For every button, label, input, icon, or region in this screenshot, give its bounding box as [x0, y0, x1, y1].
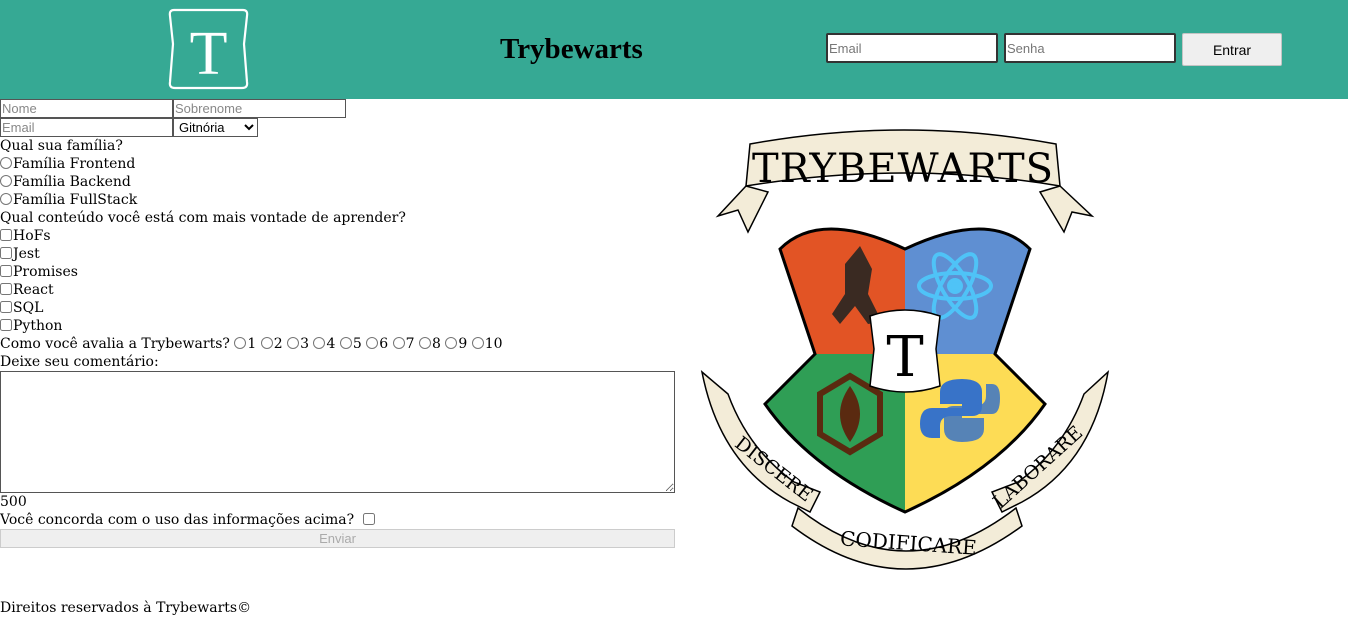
crest-banner-text: TRYBEWARTS [752, 146, 1054, 192]
comment-textarea[interactable] [0, 371, 675, 493]
crest-banner-right-tail [1038, 185, 1095, 234]
family-option: Família Backend [0, 173, 131, 191]
subject-checkbox[interactable] [0, 319, 12, 331]
family-label: Família Backend [13, 174, 131, 190]
trybewarts-logo: T [168, 8, 249, 90]
subject-checkbox[interactable] [0, 229, 12, 241]
rate-radio[interactable] [418, 337, 431, 349]
subject-label: Python [13, 318, 63, 334]
trybewarts-crest: TRYBEWARTS T DISCERE LABORARE CODIFICARE [700, 129, 1110, 570]
subject-checkbox[interactable] [0, 247, 12, 259]
agreement-row: Você concorda com o uso das informações … [0, 511, 376, 529]
subject-option: HoFs [0, 227, 51, 245]
content-question: Qual conteúdo você está com mais vontade… [0, 210, 406, 226]
char-counter: 500 [0, 494, 27, 510]
login-email-input[interactable] [826, 33, 998, 63]
subject-checkbox[interactable] [0, 265, 12, 277]
rate-label: 2 [273, 336, 283, 352]
rate-label: 6 [379, 336, 389, 352]
rate-label: 8 [431, 336, 441, 352]
rate-label: 1 [247, 336, 257, 352]
email-input[interactable] [0, 118, 173, 137]
comment-label: Deixe seu comentário: [0, 354, 159, 370]
subject-label: Jest [13, 246, 40, 262]
subject-option: React [0, 281, 54, 299]
lastname-input[interactable] [173, 99, 346, 118]
family-radio[interactable] [0, 175, 12, 187]
subject-checkbox[interactable] [0, 301, 12, 313]
rate-radio[interactable] [287, 337, 300, 349]
rate-radio[interactable] [339, 337, 352, 349]
subject-option: Promises [0, 263, 78, 281]
rate-radio[interactable] [392, 337, 405, 349]
rate-label: 4 [326, 336, 336, 352]
rate-radio[interactable] [445, 337, 458, 349]
subject-checkbox[interactable] [0, 283, 12, 295]
rate-label: 7 [405, 336, 415, 352]
family-label: Família FullStack [13, 192, 138, 208]
subject-option: SQL [0, 299, 43, 317]
rate-radio[interactable] [260, 337, 273, 349]
subject-label: Promises [13, 264, 78, 280]
rate-label: 9 [458, 336, 468, 352]
subject-option: Python [0, 317, 62, 335]
rate-label: 5 [352, 336, 362, 352]
logo-letter: T [190, 20, 228, 88]
name-input[interactable] [0, 99, 173, 118]
login-button[interactable]: Entrar [1182, 33, 1282, 66]
family-question: Qual sua família? [0, 138, 123, 154]
family-option: Família FullStack [0, 191, 137, 209]
subject-option: Jest [0, 245, 40, 263]
rate-radio[interactable] [313, 337, 326, 349]
rate-radio[interactable] [366, 337, 379, 349]
footer: Direitos reservados à Trybewarts© [0, 600, 252, 616]
rate-group: Como você avalia a Trybewarts? 1 2 3 4 5… [0, 335, 503, 353]
agreement-label: Você concorda com o uso das informações … [0, 512, 355, 528]
subject-label: React [13, 282, 54, 298]
login-password-input[interactable] [1004, 33, 1176, 63]
subject-label: HoFs [13, 228, 51, 244]
agreement-checkbox[interactable] [362, 513, 375, 525]
house-select[interactable]: Gitnória [173, 118, 258, 137]
crest-banner-left-tail [715, 185, 770, 234]
page-title: Trybewarts [500, 33, 643, 65]
submit-button[interactable]: Enviar [0, 529, 675, 548]
subject-label: SQL [13, 300, 44, 316]
family-radio[interactable] [0, 157, 12, 169]
rate-label: 10 [484, 336, 503, 352]
rate-radio[interactable] [234, 337, 247, 349]
rate-question: Como você avalia a Trybewarts? [0, 336, 230, 352]
family-option: Família Frontend [0, 155, 135, 173]
family-label: Família Frontend [13, 156, 136, 172]
crest-center-letter: T [886, 325, 923, 390]
family-radio[interactable] [0, 193, 12, 205]
header: T Trybewarts Entrar [0, 0, 1348, 99]
rate-radio[interactable] [471, 337, 484, 349]
rate-label: 3 [300, 336, 310, 352]
